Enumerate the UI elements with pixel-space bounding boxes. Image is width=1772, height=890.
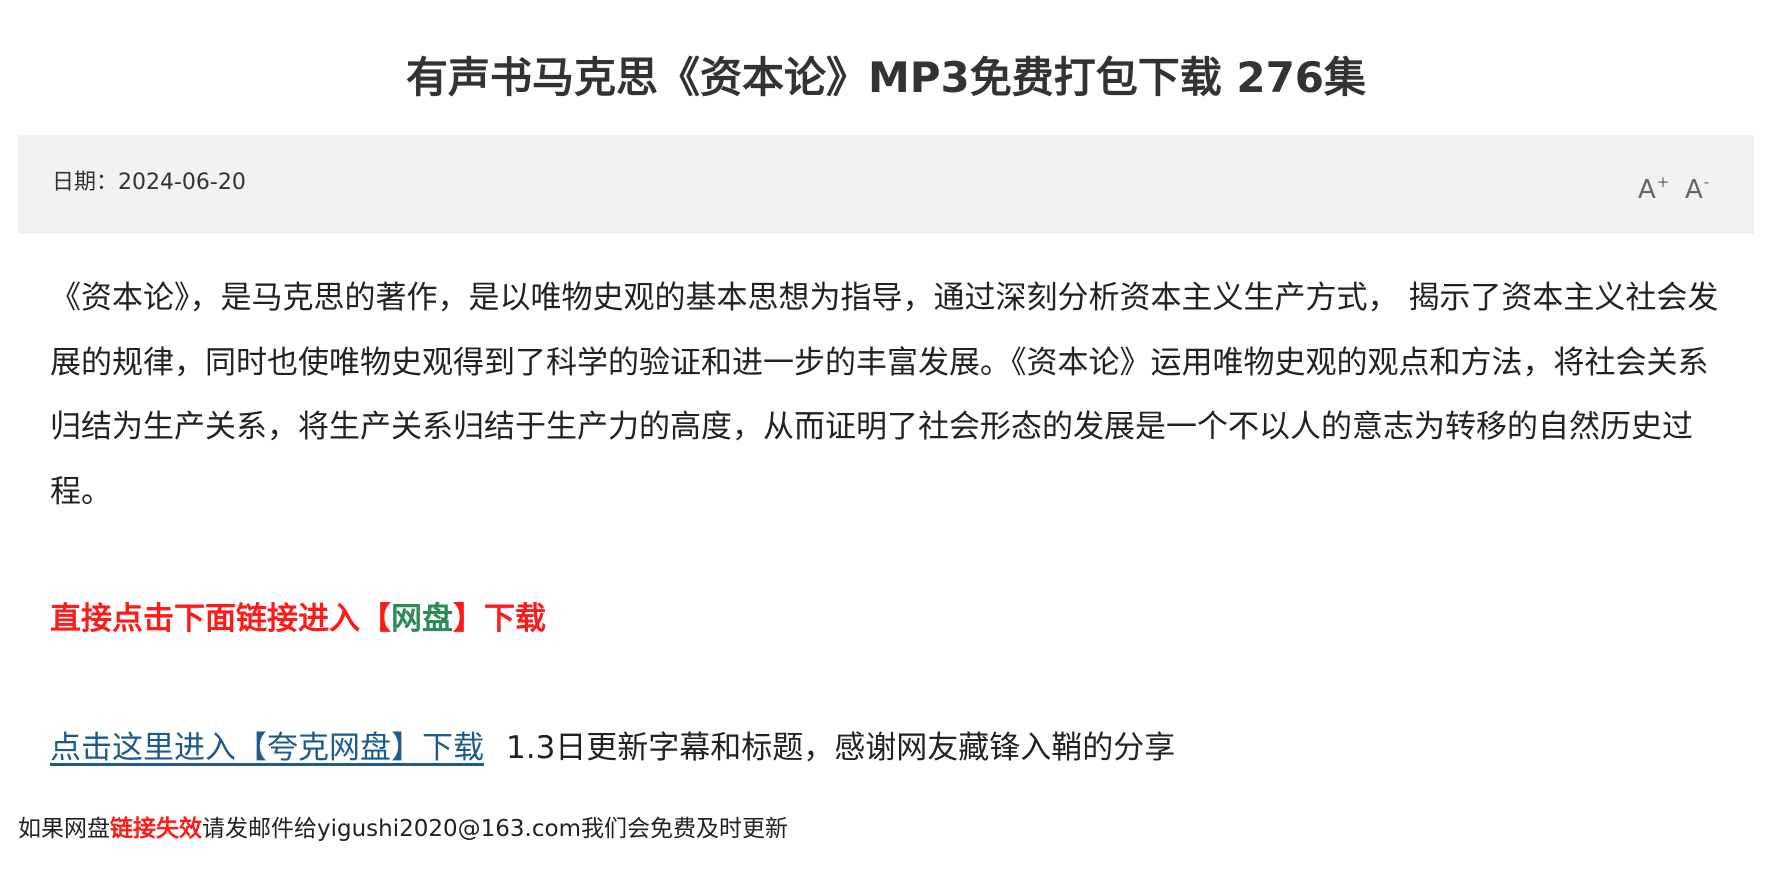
quark-download-link[interactable]: 点击这里进入【夸克网盘】下载 [50,730,484,766]
update-note: 1.3日更新字幕和标题，感谢网友藏锋入鞘的分享 [506,730,1176,766]
plus-sign-icon: + [1656,173,1670,191]
font-decrease-button[interactable]: A- [1685,165,1709,207]
cta-prefix: 直接点击下面链接进入【 [50,601,391,637]
font-decrease-icon: A [1685,175,1703,205]
download-instruction: 直接点击下面链接进入【网盘】下载 [50,598,546,640]
minus-sign-icon: - [1703,173,1710,191]
page-title: 有声书马克思《资本论》MP3免费打包下载 276集 [405,53,1367,102]
font-increase-button[interactable]: A+ [1638,165,1669,207]
footer-note: 如果网盘链接失效请发邮件给yigushi2020@163.com我们会免费及时更… [18,813,788,845]
article-meta-bar: 日期：2024-06-20 A+ A- [18,135,1754,234]
footer-prefix: 如果网盘 [18,816,110,842]
article-body: 《资本论》，是马克思的著作，是以唯物史观的基本思想为指导，通过深刻分析资本主义生… [50,280,1719,510]
footer-highlight: 链接失效 [110,816,202,842]
cta-highlight: 网盘 [391,601,453,637]
cta-suffix: 】下载 [453,601,546,637]
footer-suffix: 请发邮件给yigushi2020@163.com我们会免费及时更新 [202,816,788,842]
font-increase-icon: A [1638,175,1656,205]
download-link-row: 点击这里进入【夸克网盘】下载 1.3日更新字幕和标题，感谢网友藏锋入鞘的分享 [50,727,1175,769]
publish-date: 日期：2024-06-20 [52,170,246,195]
